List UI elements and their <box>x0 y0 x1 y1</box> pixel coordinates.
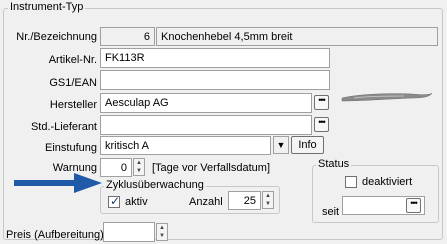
preis-label: Preis (Aufbereitung) <box>6 229 104 241</box>
instrument-image <box>334 48 438 148</box>
info-button[interactable]: Info <box>291 136 324 154</box>
aktiv-label: aktiv <box>125 196 148 208</box>
designation-field: Knochenhebel 4,5mm breit <box>156 27 438 46</box>
warnung-input[interactable]: 0 <box>100 158 132 177</box>
gs1-input[interactable] <box>100 70 330 90</box>
preis-spinner[interactable]: ▲ ▼ <box>156 223 168 241</box>
warnung-spinner[interactable]: ▲ ▼ <box>133 158 145 176</box>
artikel-label: Artikel-Nr. <box>48 54 97 66</box>
zyklus-title: Zyklusüberwachung <box>104 179 206 191</box>
hersteller-browse-button[interactable]: ••• <box>314 95 329 110</box>
einstufung-select[interactable]: kritisch A <box>100 136 271 155</box>
deaktiviert-checkbox[interactable] <box>345 176 357 188</box>
hersteller-label: Hersteller <box>49 99 97 111</box>
lieferant-browse-button[interactable]: ••• <box>314 117 329 132</box>
group-title: Instrument-Typ <box>8 1 86 13</box>
lieferant-label: Std.-Lieferant <box>30 121 97 133</box>
gs1-label: GS1/EAN <box>49 77 97 89</box>
anzahl-label: Anzahl <box>189 196 223 208</box>
instrument-image-graphic <box>341 92 433 102</box>
aktiv-checkbox[interactable] <box>108 194 120 208</box>
arrow-icon <box>14 173 102 193</box>
seit-browse-button[interactable]: ••• <box>406 198 421 213</box>
anzahl-spinner[interactable]: ▲ ▼ <box>262 191 274 209</box>
einstufung-dropdown-icon[interactable]: ▼ <box>273 136 289 154</box>
artikel-input[interactable]: FK113R <box>100 48 330 68</box>
nr-field: 6 <box>100 27 155 46</box>
status-title: Status <box>316 158 352 170</box>
preis-input[interactable] <box>103 222 155 242</box>
deaktiviert-label: deaktiviert <box>362 176 413 188</box>
einstufung-label: Einstufung <box>45 142 97 154</box>
hersteller-input[interactable]: Aesculap AG <box>100 93 312 113</box>
seit-label: seit <box>322 206 340 218</box>
warnung-unit-label: [Tage vor Verfallsdatum] <box>152 162 271 174</box>
anzahl-input[interactable]: 25 <box>228 191 261 210</box>
nr-label: Nr./Bezeichnung <box>16 31 97 43</box>
lieferant-input[interactable] <box>100 115 312 135</box>
